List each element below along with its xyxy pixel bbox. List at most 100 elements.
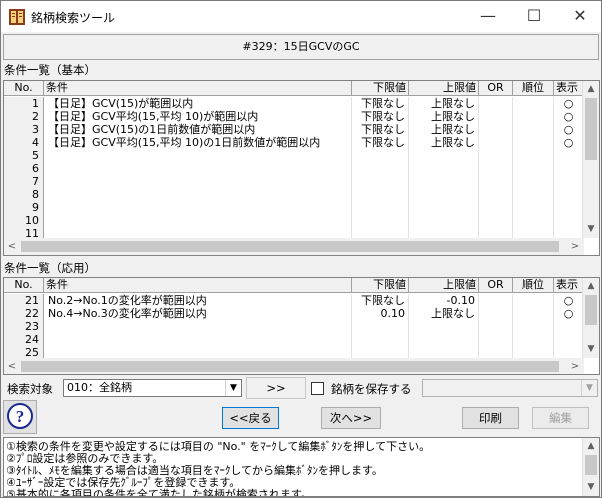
chevron-down-icon[interactable]: ▼ — [225, 380, 241, 396]
lower-limit-cell — [352, 162, 409, 175]
maximize-button[interactable]: ☐ — [511, 1, 557, 32]
table-row[interactable]: 10 — [4, 214, 584, 227]
minimize-button[interactable]: — — [465, 1, 511, 32]
row-number[interactable]: 23 — [4, 320, 44, 333]
display-mark-cell — [554, 162, 584, 175]
help-icon: ? — [3, 400, 37, 434]
row-number[interactable]: 2 — [4, 110, 44, 123]
lower-limit-cell — [352, 188, 409, 201]
condition-cell — [44, 175, 352, 188]
save-stocks-label[interactable]: 銘柄を保存する — [331, 381, 412, 397]
display-mark-cell — [554, 188, 584, 201]
basic-horizontal-scrollbar[interactable]: < > — [4, 238, 584, 255]
header-display[interactable]: 表示 — [554, 278, 584, 293]
rank-cell — [513, 201, 554, 214]
print-button[interactable]: 印刷 — [462, 407, 519, 429]
close-button[interactable]: ✕ — [557, 1, 602, 32]
save-target-select[interactable]: ▼ — [422, 379, 598, 397]
row-number[interactable]: 7 — [4, 175, 44, 188]
table-row[interactable]: 1 【日足】GCV(15)が範囲以内 下限なし 上限なし ○ — [4, 97, 584, 110]
display-mark-cell: ○ — [554, 97, 584, 110]
row-number[interactable]: 1 — [4, 97, 44, 110]
applied-horizontal-scrollbar[interactable]: < > — [4, 358, 584, 374]
header-condition[interactable]: 条件 — [44, 81, 352, 96]
header-or[interactable]: OR — [479, 278, 513, 293]
row-number[interactable]: 10 — [4, 214, 44, 227]
back-button[interactable]: <<戻る — [222, 407, 279, 429]
table-row[interactable]: 4 【日足】GCV平均(15,平均 10)の1日前数値が範囲以内 下限なし 上限なし ○ — [4, 136, 584, 149]
title-bar: 銘柄検索ツール — ☐ ✕ — [1, 1, 601, 32]
header-lower[interactable]: 下限値 — [352, 81, 409, 96]
scroll-down-icon[interactable]: ▼ — [583, 479, 599, 495]
table-row[interactable]: 8 — [4, 188, 584, 201]
header-lower[interactable]: 下限値 — [352, 278, 409, 293]
lower-limit-cell: 下限なし — [352, 123, 409, 136]
table-row[interactable]: 22 No.4→No.3の変化率が範囲以内 0.10 上限なし ○ — [4, 307, 584, 320]
scroll-thumb[interactable] — [585, 455, 597, 475]
row-number[interactable]: 4 — [4, 136, 44, 149]
table-row[interactable]: 24 — [4, 333, 584, 346]
row-number[interactable]: 24 — [4, 333, 44, 346]
apply-target-button[interactable]: >> — [246, 377, 306, 399]
table-row[interactable]: 7 — [4, 175, 584, 188]
scroll-left-icon[interactable]: < — [4, 238, 20, 255]
table-row[interactable]: 5 — [4, 149, 584, 162]
rank-cell — [513, 307, 554, 320]
header-condition[interactable]: 条件 — [44, 278, 352, 293]
row-number[interactable]: 5 — [4, 149, 44, 162]
scroll-thumb[interactable] — [21, 361, 559, 372]
scroll-down-icon[interactable]: ▼ — [583, 341, 599, 357]
rank-cell — [513, 149, 554, 162]
scroll-thumb[interactable] — [585, 98, 597, 160]
basic-conditions-label: 条件一覧（基本） — [4, 63, 96, 77]
table-row[interactable]: 9 — [4, 201, 584, 214]
header-display[interactable]: 表示 — [554, 81, 584, 96]
header-or[interactable]: OR — [479, 81, 513, 96]
notes-panel[interactable]: ①検索の条件を変更や設定するには項目の "No." をﾏｰｸして編集ﾎﾞﾀﾝを押… — [3, 437, 600, 497]
basic-vertical-scrollbar[interactable]: ▲ ▼ — [582, 81, 599, 238]
upper-limit-cell — [409, 320, 479, 333]
scroll-left-icon[interactable]: < — [4, 358, 20, 374]
row-number[interactable]: 6 — [4, 162, 44, 175]
row-number[interactable]: 8 — [4, 188, 44, 201]
search-target-select[interactable]: 010：全銘柄 ▼ — [63, 379, 242, 397]
header-rank[interactable]: 順位 — [513, 81, 554, 96]
scroll-right-icon[interactable]: > — [567, 238, 583, 255]
scroll-thumb[interactable] — [21, 241, 559, 252]
row-number[interactable]: 22 — [4, 307, 44, 320]
condition-cell: 【日足】GCV(15)が範囲以内 — [44, 97, 352, 110]
table-row[interactable]: 23 — [4, 320, 584, 333]
search-title-caption: #329：15日GCVのGC — [3, 34, 599, 60]
applied-vertical-scrollbar[interactable]: ▲ ▼ — [582, 278, 599, 358]
help-button[interactable]: ? — [3, 400, 37, 434]
lower-limit-cell — [352, 149, 409, 162]
header-no[interactable]: No. — [4, 81, 44, 96]
header-rank[interactable]: 順位 — [513, 278, 554, 293]
header-upper[interactable]: 上限値 — [409, 278, 479, 293]
row-number[interactable]: 3 — [4, 123, 44, 136]
row-number[interactable]: 9 — [4, 201, 44, 214]
display-mark-cell: ○ — [554, 294, 584, 307]
scroll-down-icon[interactable]: ▼ — [583, 221, 599, 237]
scroll-up-icon[interactable]: ▲ — [583, 438, 599, 454]
edit-button[interactable]: 編集 — [532, 407, 589, 429]
upper-limit-cell: 上限なし — [409, 123, 479, 136]
rank-cell — [513, 188, 554, 201]
scroll-right-icon[interactable]: > — [567, 358, 583, 374]
table-row[interactable]: 6 — [4, 162, 584, 175]
table-row[interactable]: 21 No.2→No.1の変化率が範囲以内 下限なし -0.10 ○ — [4, 294, 584, 307]
save-stocks-checkbox[interactable] — [311, 382, 324, 395]
scroll-up-icon[interactable]: ▲ — [583, 81, 599, 97]
scroll-up-icon[interactable]: ▲ — [583, 278, 599, 294]
notes-vertical-scrollbar[interactable]: ▲ ▼ — [582, 438, 599, 496]
table-row[interactable]: 3 【日足】GCV(15)の1日前数値が範囲以内 下限なし 上限なし ○ — [4, 123, 584, 136]
row-number[interactable]: 21 — [4, 294, 44, 307]
scroll-thumb[interactable] — [585, 295, 597, 325]
chevron-down-icon[interactable]: ▼ — [581, 380, 597, 396]
header-upper[interactable]: 上限値 — [409, 81, 479, 96]
window-title: 銘柄検索ツール — [31, 11, 116, 25]
next-button[interactable]: 次へ>> — [321, 407, 381, 429]
table-row[interactable]: 2 【日足】GCV平均(15,平均 10)が範囲以内 下限なし 上限なし ○ — [4, 110, 584, 123]
header-no[interactable]: No. — [4, 278, 44, 293]
basic-grid-header: No. 条件 下限値 上限値 OR 順位 表示 — [4, 81, 584, 96]
